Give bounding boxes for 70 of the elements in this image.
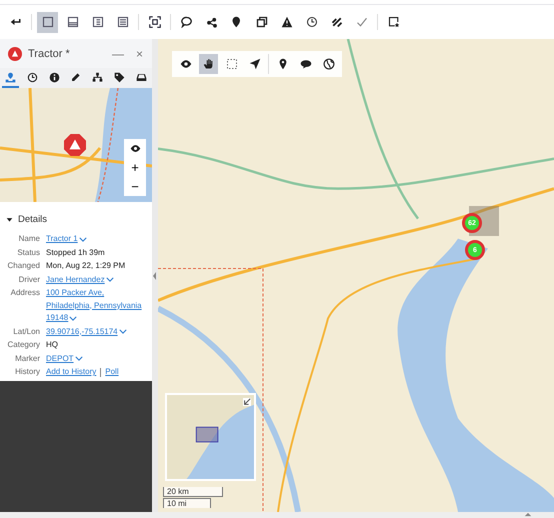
copy-icon	[256, 16, 268, 28]
warning-icon	[280, 16, 292, 28]
navigate-icon	[248, 58, 260, 70]
field-label: History	[14, 366, 40, 378]
pencil-icon	[70, 72, 82, 82]
field-label: Address	[10, 287, 40, 299]
back-icon	[10, 16, 22, 28]
field-value: Mon, Aug 22, 1:29 PM	[46, 260, 126, 272]
ruler-icon	[330, 16, 342, 28]
comment-icon	[300, 58, 312, 70]
details-toggle[interactable]: Details	[6, 214, 48, 225]
eye-icon	[130, 143, 140, 154]
layout-single-button[interactable]	[37, 12, 58, 32]
chevron-down-icon	[69, 316, 78, 321]
fit-icon	[148, 16, 160, 28]
field-value: Stopped 1h 39m	[46, 246, 105, 259]
layout-bottom-icon	[66, 16, 78, 28]
close-button[interactable]: ×	[132, 46, 146, 60]
location-icon	[5, 72, 16, 82]
expand-arrow-icon[interactable]	[524, 512, 532, 517]
info-icon	[48, 72, 60, 82]
field-link[interactable]: Tractor 1	[46, 233, 87, 246]
clock-icon	[27, 72, 38, 82]
tray-icon	[136, 72, 147, 82]
pin-icon	[276, 58, 288, 70]
chevron-down-icon	[74, 356, 83, 362]
layout-side-icon	[92, 16, 104, 28]
layout-single-icon	[42, 16, 54, 28]
map-placeholder[interactable]: + −	[0, 88, 152, 202]
history-link[interactable]: Add to History	[46, 366, 96, 378]
scale-bar: 20 km	[163, 487, 223, 497]
panel-title: Tractor *	[28, 48, 71, 60]
tag-icon	[114, 72, 125, 82]
field-link[interactable]: Philadelphia, Pennsylvania	[46, 300, 142, 312]
select-icon	[226, 58, 238, 70]
field-label: Category	[6, 339, 40, 351]
chat-icon	[180, 16, 192, 28]
field-label: Changed	[6, 260, 40, 272]
chevron-down-icon	[106, 277, 114, 282]
clock-icon	[306, 16, 318, 28]
minimize-button[interactable]: —	[108, 46, 127, 60]
history-link[interactable]: Poll	[105, 366, 119, 378]
field-label: Marker	[14, 352, 40, 364]
field-label: Lat/Lon	[12, 326, 40, 338]
chevron-down-icon	[118, 329, 127, 334]
field-label: Name	[18, 233, 40, 245]
field-link[interactable]: 100 Packer Ave,	[46, 287, 104, 300]
chevron-down-icon	[78, 236, 87, 242]
hierarchy-icon	[92, 72, 104, 82]
pin-icon	[230, 16, 242, 28]
field-link[interactable]: DEPOT	[46, 352, 83, 365]
field-link[interactable]: 19148	[46, 312, 78, 324]
layout-list-icon	[116, 16, 128, 28]
eye-icon	[180, 58, 192, 70]
collapse-arrow-icon[interactable]	[243, 398, 251, 406]
globe-icon	[322, 58, 334, 70]
share-icon	[206, 16, 218, 28]
vehicle-alert-marker-icon[interactable]	[64, 134, 86, 156]
hand-icon	[202, 58, 214, 70]
confirm-icon	[356, 16, 368, 28]
scale-bar: 10 mi	[163, 498, 211, 508]
field-value: HQ	[46, 339, 58, 351]
warning-badge-icon	[8, 46, 22, 60]
caret-icon	[6, 216, 13, 223]
field-link[interactable]: Jane Hernandez	[46, 274, 114, 286]
field-label: Status	[16, 246, 40, 258]
field-label: Driver	[18, 274, 40, 286]
hand-tool-button[interactable]	[199, 54, 218, 74]
star-window-icon	[388, 16, 400, 28]
field-link[interactable]: 39.90716,-75.15174	[46, 326, 127, 338]
